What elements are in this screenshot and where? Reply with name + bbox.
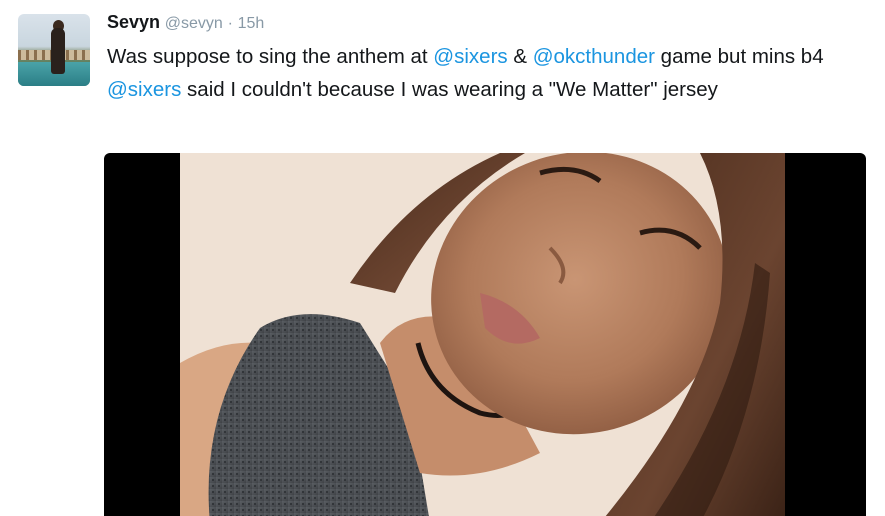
video-still-image: [180, 153, 785, 516]
mention-sixers[interactable]: @sixers: [107, 78, 181, 101]
tweet-card: Sevyn @sevyn · 15h Was suppose to sing t…: [0, 0, 885, 516]
tweet-text: Was suppose to sing the anthem at @sixer…: [107, 40, 877, 106]
tweet-header: Sevyn @sevyn · 15h: [107, 11, 264, 35]
tweet-text-part: game but mins b4: [654, 45, 824, 68]
mention-okcthunder[interactable]: @okcthunder: [533, 45, 655, 68]
tweet-text-part: &: [507, 45, 533, 68]
tweet-text-part: said I couldn't because I was wearing a …: [181, 78, 718, 101]
tweet-text-part: Was suppose to sing the anthem at: [107, 45, 434, 68]
avatar-person-body: [51, 28, 65, 74]
tweet-video[interactable]: [104, 153, 866, 516]
author-handle[interactable]: @sevyn: [165, 15, 223, 32]
avatar[interactable]: [18, 14, 90, 86]
mention-sixers[interactable]: @sixers: [433, 45, 507, 68]
header-separator: ·: [227, 15, 233, 32]
video-frame: [180, 153, 785, 516]
tweet-timestamp[interactable]: 15h: [238, 15, 265, 32]
author-name[interactable]: Sevyn: [107, 12, 160, 32]
